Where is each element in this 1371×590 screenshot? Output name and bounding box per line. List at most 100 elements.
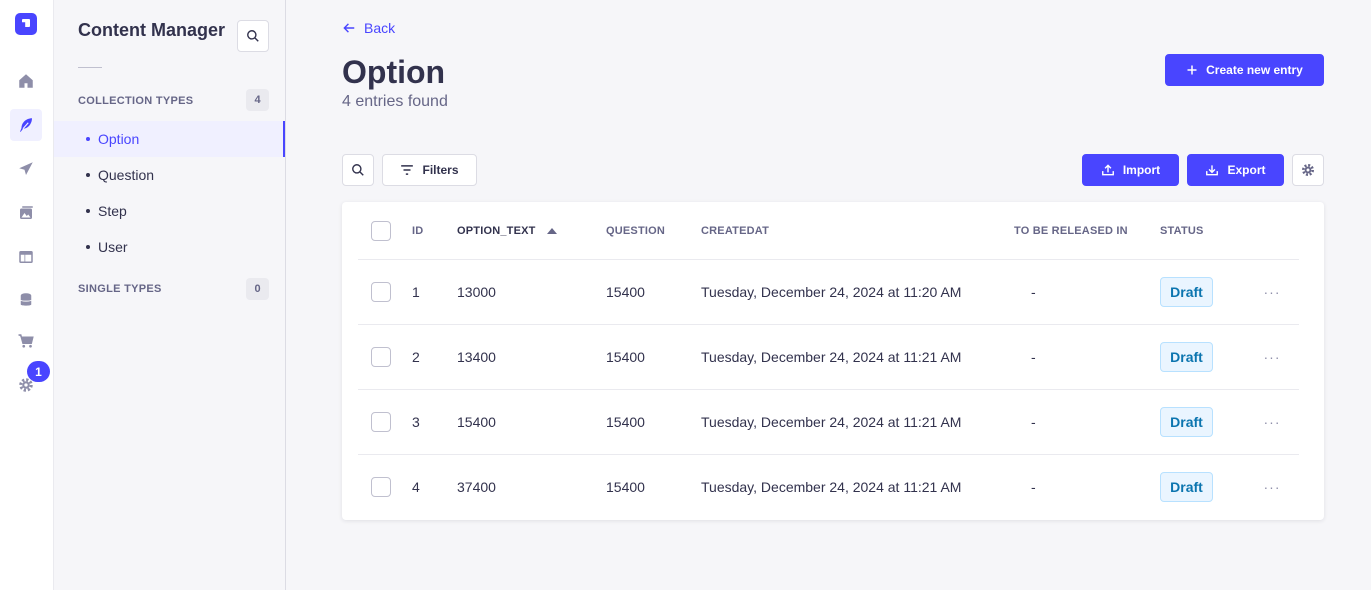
search-icon bbox=[247, 30, 259, 42]
bullet-icon bbox=[86, 209, 90, 213]
subnav-item-step[interactable]: Step bbox=[54, 193, 285, 229]
feather-icon bbox=[20, 118, 32, 132]
plus-icon bbox=[1187, 65, 1197, 75]
status-badge: Draft bbox=[1160, 277, 1213, 307]
cell-question: 15400 bbox=[606, 284, 645, 300]
list-settings-button[interactable] bbox=[1292, 154, 1324, 186]
subnav-item-label: Step bbox=[98, 203, 127, 219]
single-types-count: 0 bbox=[246, 278, 269, 300]
entries-table: ID OPTION_TEXT QUESTION CREATEDAT TO BE … bbox=[342, 202, 1324, 520]
single-types-heading: SINGLE TYPES bbox=[78, 283, 162, 295]
bullet-icon bbox=[86, 173, 90, 177]
home-icon bbox=[19, 74, 33, 88]
status-badge: Draft bbox=[1160, 407, 1213, 437]
subnav-item-label: Option bbox=[98, 131, 140, 147]
subnav-item-user[interactable]: User bbox=[54, 229, 285, 265]
column-header-status: STATUS bbox=[1160, 225, 1204, 237]
cell-release: - bbox=[1031, 284, 1036, 300]
table-row[interactable]: 1 13000 15400 Tuesday, December 24, 2024… bbox=[358, 260, 1299, 325]
database-icon bbox=[20, 293, 32, 306]
column-header-question[interactable]: QUESTION bbox=[606, 225, 665, 237]
cell-question: 15400 bbox=[606, 349, 645, 365]
subnav-search-button[interactable] bbox=[237, 20, 269, 52]
gear-icon bbox=[1302, 164, 1314, 176]
cell-question: 15400 bbox=[606, 479, 645, 495]
nav-database[interactable] bbox=[10, 284, 42, 316]
subnav-item-label: Question bbox=[98, 167, 155, 183]
nav-content-type-builder[interactable] bbox=[10, 241, 42, 273]
cell-id: 2 bbox=[412, 349, 420, 365]
cell-createdat: Tuesday, December 24, 2024 at 11:21 AM bbox=[701, 479, 962, 495]
cell-release: - bbox=[1031, 349, 1036, 365]
cell-release: - bbox=[1031, 479, 1036, 495]
table-row[interactable]: 4 37400 15400 Tuesday, December 24, 2024… bbox=[358, 455, 1299, 520]
notification-badge: 1 bbox=[27, 361, 50, 382]
row-checkbox[interactable] bbox=[371, 412, 391, 432]
import-button[interactable]: Import bbox=[1082, 154, 1179, 186]
cell-option-text: 13400 bbox=[457, 349, 496, 365]
download-icon bbox=[1206, 165, 1219, 176]
cell-id: 1 bbox=[412, 284, 420, 300]
table-row[interactable]: 2 13400 15400 Tuesday, December 24, 2024… bbox=[358, 325, 1299, 390]
entries-count: 4 entries found bbox=[342, 93, 448, 110]
more-horizontal-icon: ··· bbox=[1263, 414, 1281, 430]
collection-types-count: 4 bbox=[246, 89, 269, 111]
column-header-id[interactable]: ID bbox=[412, 225, 423, 237]
more-horizontal-icon: ··· bbox=[1263, 479, 1281, 495]
subnav-item-label: User bbox=[98, 239, 128, 255]
subnav-item-question[interactable]: Question bbox=[54, 157, 285, 193]
subnav-item-option[interactable]: Option bbox=[54, 121, 285, 157]
row-checkbox[interactable] bbox=[371, 347, 391, 367]
cell-id: 4 bbox=[412, 479, 420, 495]
nav-content-manager[interactable] bbox=[10, 109, 42, 141]
nav-media-library[interactable] bbox=[10, 197, 42, 229]
export-button[interactable]: Export bbox=[1187, 154, 1284, 186]
cell-question: 15400 bbox=[606, 414, 645, 430]
page-title: Option bbox=[342, 54, 446, 90]
row-actions-button[interactable]: ··· bbox=[1258, 278, 1286, 306]
filters-label: Filters bbox=[422, 163, 459, 177]
arrow-left-icon bbox=[343, 23, 355, 33]
table-search-button[interactable] bbox=[342, 154, 374, 186]
create-new-entry-label: Create new entry bbox=[1206, 63, 1303, 77]
back-label: Back bbox=[364, 20, 396, 36]
column-header-release: TO BE RELEASED IN bbox=[1014, 225, 1128, 237]
nav-marketplace[interactable] bbox=[10, 325, 42, 357]
sort-ascending-icon bbox=[546, 228, 557, 234]
nav-content-releases[interactable] bbox=[10, 153, 42, 185]
cell-option-text: 13000 bbox=[457, 284, 496, 300]
status-badge: Draft bbox=[1160, 342, 1213, 372]
images-icon bbox=[20, 206, 33, 219]
select-all-checkbox[interactable] bbox=[371, 221, 391, 241]
more-horizontal-icon: ··· bbox=[1263, 284, 1281, 300]
layout-icon bbox=[19, 251, 33, 263]
more-horizontal-icon: ··· bbox=[1263, 349, 1281, 365]
upload-icon bbox=[1101, 164, 1114, 176]
row-checkbox[interactable] bbox=[371, 282, 391, 302]
cell-option-text: 37400 bbox=[457, 479, 496, 495]
row-actions-button[interactable]: ··· bbox=[1258, 343, 1286, 371]
status-badge: Draft bbox=[1160, 472, 1213, 502]
cell-id: 3 bbox=[412, 414, 420, 430]
main-nav-rail: 1 bbox=[0, 0, 54, 590]
filter-icon bbox=[401, 165, 414, 175]
cell-createdat: Tuesday, December 24, 2024 at 11:21 AM bbox=[701, 414, 962, 430]
table-row[interactable]: 3 15400 15400 Tuesday, December 24, 2024… bbox=[358, 390, 1299, 455]
paper-plane-icon bbox=[19, 162, 33, 175]
import-label: Import bbox=[1122, 163, 1161, 177]
column-header-label: OPTION_TEXT bbox=[457, 225, 536, 237]
filters-button[interactable]: Filters bbox=[382, 154, 477, 186]
row-checkbox[interactable] bbox=[371, 477, 391, 497]
strapi-logo-icon[interactable] bbox=[15, 13, 37, 35]
column-header-option-text[interactable]: OPTION_TEXT bbox=[457, 225, 558, 237]
column-header-createdat[interactable]: CREATEDAT bbox=[701, 225, 769, 237]
back-link[interactable]: Back bbox=[342, 20, 395, 36]
cell-createdat: Tuesday, December 24, 2024 at 11:20 AM bbox=[701, 284, 962, 300]
row-actions-button[interactable]: ··· bbox=[1258, 408, 1286, 436]
search-icon bbox=[352, 164, 364, 176]
row-actions-button[interactable]: ··· bbox=[1258, 473, 1286, 501]
create-new-entry-button[interactable]: Create new entry bbox=[1165, 54, 1324, 86]
subnav-title: Content Manager bbox=[78, 20, 226, 40]
cell-option-text: 15400 bbox=[457, 414, 496, 430]
nav-home[interactable] bbox=[10, 65, 42, 97]
